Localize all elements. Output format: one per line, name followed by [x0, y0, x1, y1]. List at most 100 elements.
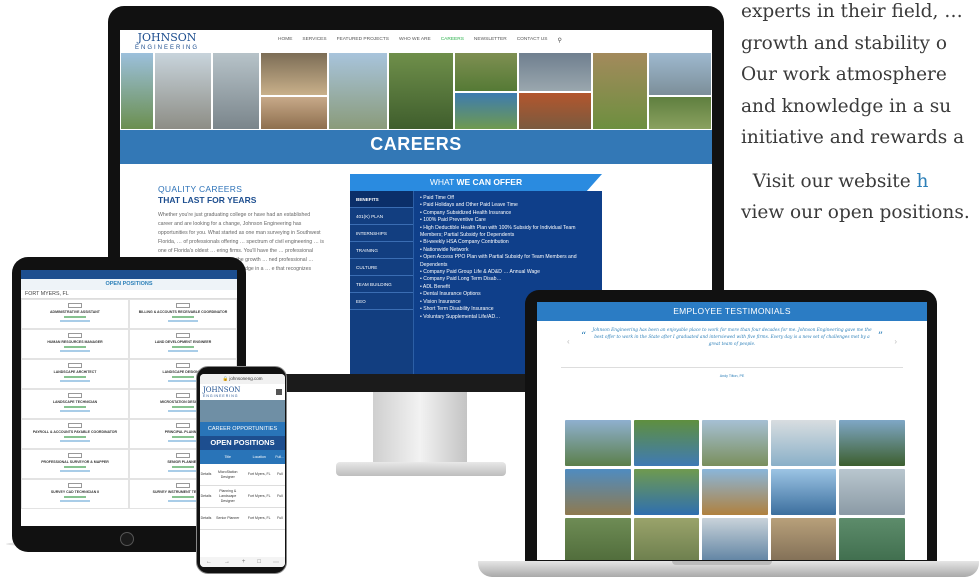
nav-careers[interactable]: CAREERS	[441, 37, 464, 44]
tablet-home-button[interactable]	[120, 532, 134, 546]
phone-screen: 🔒 johnsoneng.com JOHNSON ENGINEERING CAR…	[200, 374, 285, 567]
phone-logo[interactable]: JOHNSON ENGINEERING	[203, 385, 241, 398]
nav-home[interactable]: HOME	[278, 37, 292, 44]
position-title: PROFESSIONAL SURVEYOR & MAPPER	[41, 460, 109, 464]
tab-training[interactable]: TRAINING	[350, 242, 413, 259]
gallery-photo[interactable]	[839, 469, 905, 515]
slider-prev-icon[interactable]: ‹	[567, 337, 570, 346]
tab-team-building[interactable]: TEAM BUILDING	[350, 276, 413, 293]
position-card[interactable]: SURVEY CAD TECHNICIAN II	[21, 479, 129, 509]
hero-photo	[648, 52, 712, 96]
position-card[interactable]: PROFESSIONAL SURVEYOR & MAPPER	[21, 449, 129, 479]
position-card[interactable]: LANDSCAPE TECHNICIAN	[21, 389, 129, 419]
details-link[interactable]: Details	[200, 494, 212, 499]
gallery-photo[interactable]	[633, 518, 700, 560]
more-icon[interactable]: ⋯	[273, 559, 279, 566]
hero-photo	[212, 52, 260, 130]
nav-contact-us[interactable]: CONTACT US	[517, 37, 548, 44]
testimonial-author: Andy Tilton, PE	[719, 374, 745, 378]
forward-icon[interactable]: →	[224, 559, 230, 565]
site-logo[interactable]: JOHNSON ENGINEERING	[126, 31, 208, 53]
gallery-photo[interactable]	[770, 518, 837, 560]
side-article-text: experts in their field, … growth and sta…	[741, 0, 979, 229]
table-row: Details Planning & Landscape Designer Fo…	[200, 486, 285, 508]
list-item: High Deductible Health Plan with 100% Su…	[420, 225, 596, 240]
main-nav: HOME SERVICES FEATURED PROJECTS WHO WE A…	[278, 37, 562, 44]
website-link[interactable]: h	[917, 171, 929, 192]
slider-next-icon[interactable]: ›	[894, 337, 897, 346]
position-location: Fort Myers, FL	[247, 494, 271, 498]
side-line: and knowledge in a su	[741, 95, 952, 117]
search-icon[interactable]: ⚲	[557, 37, 561, 44]
gallery-photo[interactable]	[702, 420, 768, 466]
hero-photo	[260, 52, 328, 96]
list-item: Nationwide Network	[420, 247, 596, 254]
position-card[interactable]: HUMAN RESOURCES MANAGER	[21, 329, 129, 359]
photo-gallery	[565, 420, 905, 560]
position-location: Fort Myers, FL	[247, 516, 271, 520]
gallery-photo[interactable]	[702, 469, 768, 515]
list-item: Paid Time Off	[420, 195, 596, 202]
side-line: growth and stability o	[741, 32, 948, 54]
hero-photo	[454, 52, 518, 92]
tab-internships[interactable]: INTERNSHIPS	[350, 225, 413, 242]
nav-who-we-are[interactable]: WHO WE ARE	[399, 37, 431, 44]
tab-culture[interactable]: CULTURE	[350, 259, 413, 276]
side-line: Our work atmosphere	[741, 64, 947, 85]
column-header[interactable]: Title	[212, 455, 244, 459]
briefcase-icon	[68, 423, 82, 428]
open-positions-title: OPEN POSITIONS	[21, 279, 237, 290]
gallery-photo[interactable]	[633, 420, 700, 466]
details-link[interactable]: Details	[200, 472, 212, 477]
position-meta	[64, 376, 86, 378]
gallery-photo[interactable]	[565, 420, 631, 466]
briefcase-icon	[176, 423, 190, 428]
gallery-photo[interactable]	[565, 469, 631, 515]
tabs-icon[interactable]: □	[257, 559, 261, 565]
plus-icon[interactable]: +	[242, 559, 246, 565]
gallery-photo[interactable]	[839, 518, 905, 560]
position-meta	[172, 316, 194, 318]
logo-wordmark: JOHNSON	[203, 385, 241, 394]
nav-featured-projects[interactable]: FEATURED PROJECTS	[337, 37, 389, 44]
position-meta	[172, 496, 194, 498]
position-meta	[168, 350, 198, 352]
tab-401k-plan[interactable]: 401(K) PLAN	[350, 208, 413, 225]
gallery-photo[interactable]	[770, 469, 837, 515]
address-bar[interactable]: 🔒 johnsoneng.com	[200, 374, 285, 384]
hero-photo	[518, 92, 592, 130]
position-title: LANDSCAPE ARCHITECT	[53, 370, 97, 374]
menu-icon[interactable]	[276, 389, 282, 395]
testimonials-title: EMPLOYEE TESTIMONIALS	[537, 302, 927, 321]
gallery-photo[interactable]	[770, 420, 837, 466]
position-meta	[168, 410, 198, 412]
back-icon[interactable]: ←	[206, 559, 212, 565]
logo-subtitle: ENGINEERING	[203, 393, 239, 398]
nav-newsletter[interactable]: NEWSLETTER	[474, 37, 507, 44]
position-meta	[172, 436, 194, 438]
position-card[interactable]: ADMINISTRATIVE ASSISTANT	[21, 299, 129, 329]
position-card[interactable]: LAND DEVELOPMENT ENGINEER	[129, 329, 237, 359]
gallery-photo[interactable]	[633, 469, 700, 515]
position-meta	[60, 470, 90, 472]
gallery-photo[interactable]	[565, 518, 631, 560]
column-header[interactable]: Location	[244, 455, 276, 459]
position-card[interactable]: BILLING & ACCOUNTS RECEIVABLE COORDINATO…	[129, 299, 237, 329]
nav-services[interactable]: SERVICES	[302, 37, 326, 44]
position-card[interactable]: LANDSCAPE ARCHITECT	[21, 359, 129, 389]
column-header[interactable]: Full…	[275, 455, 285, 459]
position-title: PAYROLL & ACCOUNTS PAYABLE COORDINATOR	[32, 430, 118, 434]
side-line: experts in their field, …	[741, 1, 963, 22]
position-card[interactable]: PAYROLL & ACCOUNTS PAYABLE COORDINATOR	[21, 419, 129, 449]
quote-close-icon: ”	[877, 331, 883, 342]
tab-eeo[interactable]: EEO	[350, 293, 413, 310]
table-row: Details Senior Planner Fort Myers, FL Fu…	[200, 508, 285, 530]
position-meta	[60, 350, 90, 352]
details-link[interactable]: Details	[200, 516, 212, 521]
tab-benefits[interactable]: BENEFITS	[350, 191, 413, 208]
list-item: Paid Holidays and Other Paid Leave Time	[420, 202, 596, 209]
position-meta	[60, 410, 90, 412]
gallery-photo[interactable]	[702, 518, 768, 560]
gallery-photo[interactable]	[839, 420, 905, 466]
